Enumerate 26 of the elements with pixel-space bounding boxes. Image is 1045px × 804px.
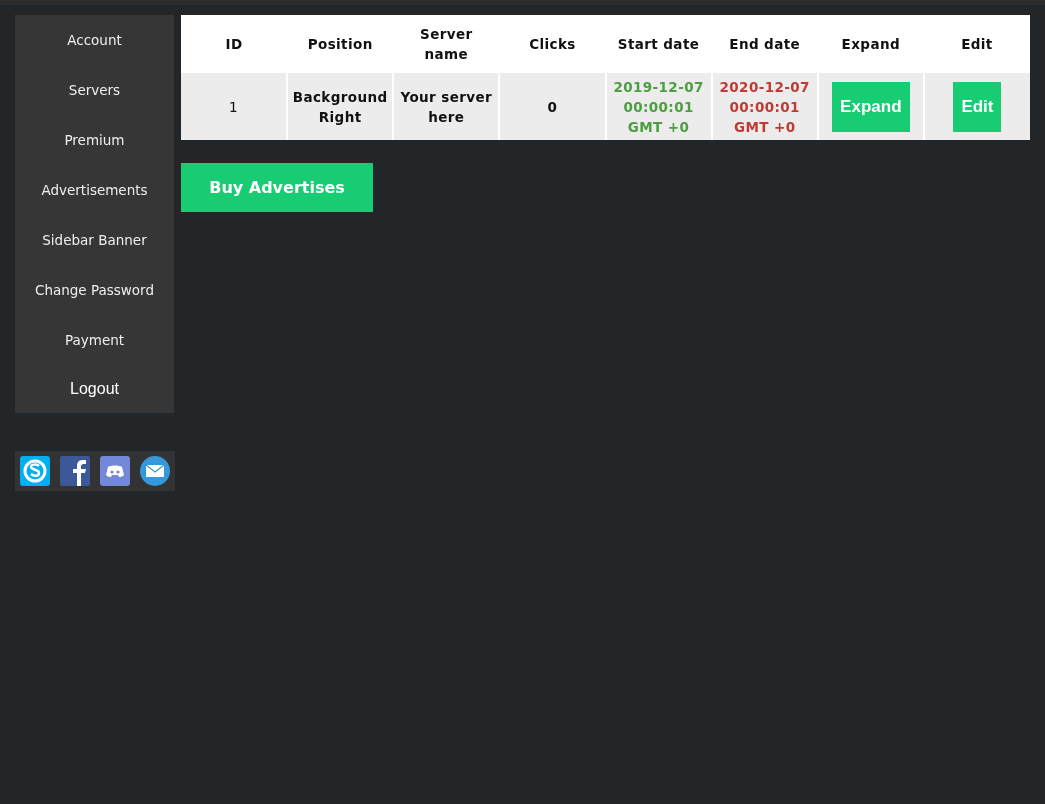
- column-header: Edit: [923, 15, 1030, 73]
- column-header: Clicks: [499, 15, 606, 73]
- sidebar-item[interactable]: Advertisements: [15, 165, 174, 215]
- column-header: End date: [711, 15, 818, 73]
- table-cell-text: Background Right: [292, 87, 388, 127]
- column-header: Server name: [393, 15, 500, 73]
- column-header: Position: [287, 15, 394, 73]
- table-cell-text: 1: [229, 97, 239, 117]
- sidebar-item[interactable]: Payment: [15, 315, 174, 365]
- f-logo-icon[interactable]: [60, 456, 90, 486]
- logout-item[interactable]: Logout: [15, 365, 174, 413]
- table-cell-text: Your server here: [400, 87, 493, 127]
- sidebar-item[interactable]: Premium: [15, 115, 174, 165]
- sidebar-item[interactable]: Servers: [15, 65, 174, 115]
- date-text: 2020-12-07 00:00:01 GMT +0: [719, 77, 810, 137]
- sidebar-item[interactable]: Sidebar Banner: [15, 215, 174, 265]
- column-header: ID: [181, 15, 288, 73]
- date-text: 2019-12-07 00:00:01 GMT +0: [613, 77, 704, 137]
- sidebar-item[interactable]: Change Password: [15, 265, 174, 315]
- column-header: Expand: [817, 15, 924, 73]
- table-cell-text: 0: [547, 97, 558, 117]
- sidebar-item[interactable]: Account: [15, 15, 174, 65]
- game-controller-icon[interactable]: [100, 456, 130, 486]
- column-header: Start date: [605, 15, 712, 73]
- s-logo-icon[interactable]: [20, 456, 50, 486]
- envelope-icon[interactable]: [140, 456, 170, 486]
